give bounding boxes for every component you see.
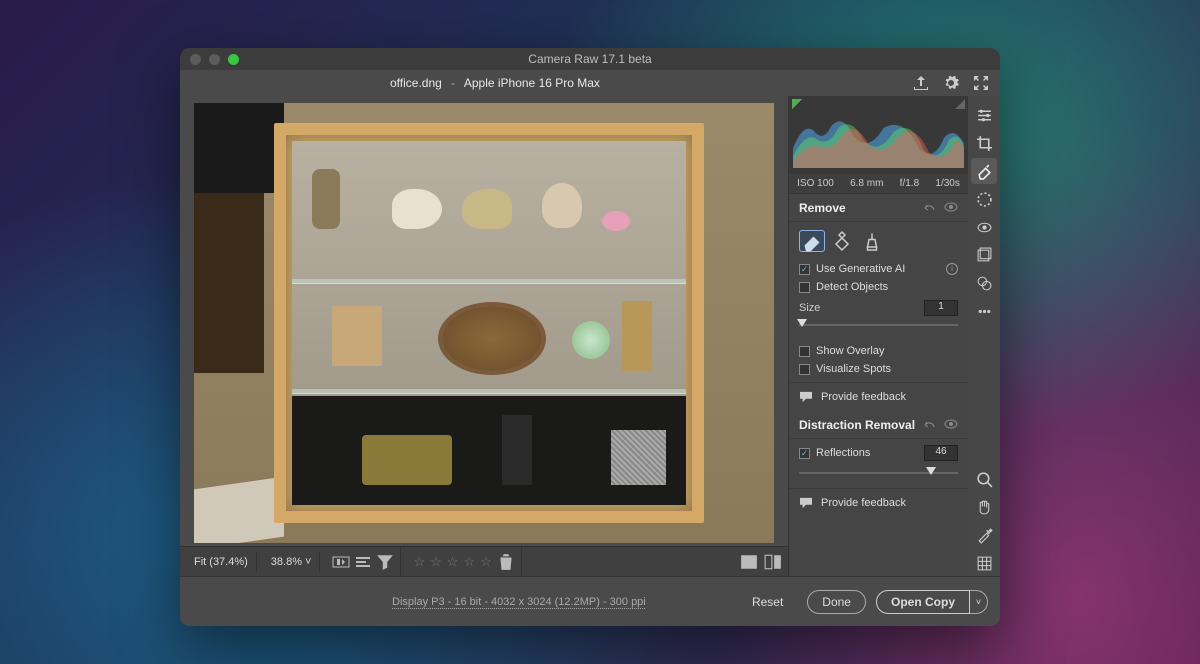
minimize-window-button[interactable] (209, 54, 220, 65)
close-window-button[interactable] (190, 54, 201, 65)
image-canvas[interactable] (194, 103, 774, 543)
reflections-label: Reflections (816, 447, 870, 459)
visualize-spots-label: Visualize Spots (816, 363, 891, 375)
distraction-title: Distraction Removal (799, 418, 915, 432)
clone-tool[interactable] (859, 230, 885, 252)
visualize-spots-checkbox[interactable] (799, 364, 810, 375)
info-bar: office.dng - Apple iPhone 16 Pro Max (180, 70, 1000, 96)
aperture-value: f/1.8 (900, 178, 919, 189)
main-area: Fit (37.4%) 38.8% ˅ ☆ ☆ ☆ ☆ ☆ (180, 96, 1000, 576)
zoom-tool-icon[interactable] (971, 466, 997, 492)
heal-tool[interactable] (829, 230, 855, 252)
footer: Display P3 - 16 bit - 4032 x 3024 (12.2M… (180, 576, 1000, 626)
grid-tool-icon[interactable] (971, 550, 997, 576)
export-icon[interactable] (912, 74, 930, 92)
visibility-icon[interactable] (944, 419, 958, 429)
single-view-icon[interactable] (740, 553, 758, 571)
star-rating-3[interactable]: ☆ (447, 554, 460, 570)
snapshots-icon[interactable] (971, 242, 997, 268)
show-overlay-checkbox[interactable] (799, 346, 810, 357)
zoom-window-button[interactable] (228, 54, 239, 65)
eraser-tool[interactable] (799, 230, 825, 252)
healing-tool-icon[interactable] (971, 158, 997, 184)
reflections-value[interactable]: 46 (924, 445, 958, 461)
file-name: office.dng (390, 76, 442, 90)
done-button[interactable]: Done (807, 590, 866, 614)
device-name: Apple iPhone 16 Pro Max (464, 76, 600, 90)
detect-objects-label: Detect Objects (816, 281, 888, 293)
shutter-value: 1/30s (935, 178, 959, 189)
separator: - (451, 76, 455, 90)
info-icon[interactable]: i (946, 263, 958, 275)
fit-zoom-label[interactable]: Fit (37.4%) (186, 552, 257, 572)
visibility-icon[interactable] (944, 202, 958, 212)
exif-row: ISO 100 6.8 mm f/1.8 1/30s (789, 174, 968, 194)
traffic-lights (190, 54, 239, 65)
canvas-toolbar: Fit (37.4%) 38.8% ˅ ☆ ☆ ☆ ☆ ☆ (180, 546, 788, 576)
presets-icon[interactable] (971, 270, 997, 296)
star-rating-4[interactable]: ☆ (463, 554, 476, 570)
display-info[interactable]: Display P3 - 16 bit - 4032 x 3024 (12.2M… (392, 596, 646, 608)
sampler-tool-icon[interactable] (971, 522, 997, 548)
star-rating-2[interactable]: ☆ (430, 554, 443, 570)
filter-icon[interactable] (376, 553, 394, 571)
use-gen-ai-label: Use Generative AI (816, 263, 905, 275)
edit-tool-icon[interactable] (971, 102, 997, 128)
window-title: Camera Raw 17.1 beta (180, 52, 1000, 66)
histogram[interactable] (789, 96, 968, 174)
open-copy-button[interactable]: Open Copy (876, 590, 970, 614)
titlebar: Camera Raw 17.1 beta (180, 48, 1000, 70)
mask-tool-icon[interactable] (971, 186, 997, 212)
canvas-column: Fit (37.4%) 38.8% ˅ ☆ ☆ ☆ ☆ ☆ (180, 96, 788, 576)
distraction-section-header[interactable]: Distraction Removal (789, 411, 968, 439)
reflections-checkbox[interactable] (799, 448, 810, 459)
size-value[interactable]: 1 (924, 300, 958, 316)
more-icon[interactable] (971, 298, 997, 324)
reflections-slider[interactable] (799, 466, 958, 480)
distraction-feedback-link[interactable]: Provide feedback (789, 488, 968, 517)
view-mode-icon[interactable] (354, 553, 372, 571)
fullscreen-icon[interactable] (972, 74, 990, 92)
file-info: office.dng - Apple iPhone 16 Pro Max (390, 76, 600, 90)
crop-tool-icon[interactable] (971, 130, 997, 156)
iso-value: ISO 100 (797, 178, 834, 189)
tool-strip (968, 96, 1000, 576)
before-after-icon[interactable] (332, 553, 350, 571)
zoom-percent[interactable]: 38.8% ˅ (263, 552, 321, 572)
undo-icon[interactable] (922, 202, 936, 214)
remove-title: Remove (799, 201, 846, 215)
focal-value: 6.8 mm (850, 178, 883, 189)
use-generative-ai-checkbox[interactable] (799, 264, 810, 275)
camera-raw-window: Camera Raw 17.1 beta office.dng - Apple … (180, 48, 1000, 626)
size-slider[interactable] (799, 318, 958, 332)
star-rating-1[interactable]: ☆ (413, 554, 426, 570)
undo-icon[interactable] (922, 419, 936, 431)
redeye-tool-icon[interactable] (971, 214, 997, 240)
right-panel: ISO 100 6.8 mm f/1.8 1/30s Remove Use Ge… (788, 96, 968, 576)
trash-icon[interactable] (497, 553, 515, 571)
hand-tool-icon[interactable] (971, 494, 997, 520)
remove-section-header[interactable]: Remove (789, 194, 968, 222)
open-copy-split-button: Open Copy ˅ (876, 590, 988, 614)
open-copy-chevron[interactable]: ˅ (970, 590, 988, 614)
star-rating-5[interactable]: ☆ (480, 554, 493, 570)
detect-objects-checkbox[interactable] (799, 282, 810, 293)
remove-feedback-link[interactable]: Provide feedback (789, 382, 968, 411)
compare-view-icon[interactable] (764, 553, 782, 571)
settings-gear-icon[interactable] (942, 74, 960, 92)
size-label: Size (799, 302, 820, 314)
reset-button[interactable]: Reset (738, 590, 797, 614)
show-overlay-label: Show Overlay (816, 345, 884, 357)
